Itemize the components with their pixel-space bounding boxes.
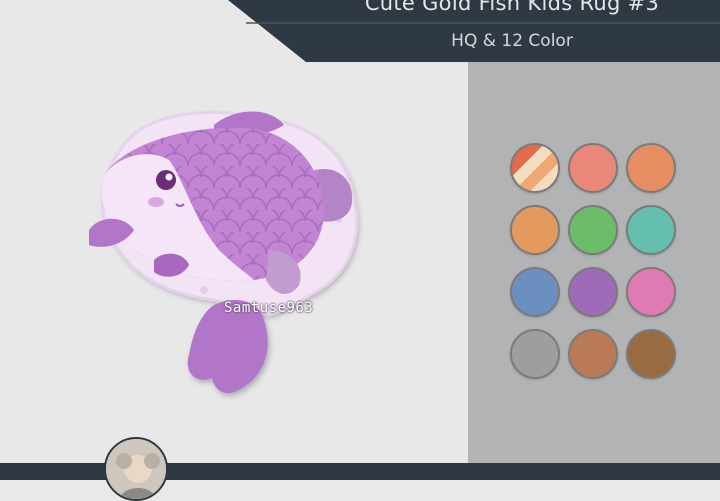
color-swatch-blue[interactable]: [510, 267, 560, 317]
color-swatch-teal[interactable]: [626, 205, 676, 255]
color-swatch-orange-cream-stripe[interactable]: [510, 143, 560, 193]
fish-rug-image: [84, 100, 374, 400]
color-swatch-purple[interactable]: [568, 267, 618, 317]
color-swatch-orange[interactable]: [626, 143, 676, 193]
watermark-text: Samtuse963: [224, 300, 314, 316]
color-swatch-grid: [510, 143, 682, 383]
color-swatch-gray[interactable]: [510, 329, 560, 379]
color-swatch-light-orange[interactable]: [510, 205, 560, 255]
color-swatch-coral[interactable]: [568, 143, 618, 193]
color-swatch-brown-orange[interactable]: [568, 329, 618, 379]
color-swatch-pink[interactable]: [626, 267, 676, 317]
author-avatar[interactable]: [104, 437, 168, 501]
color-swatch-green[interactable]: [568, 205, 618, 255]
color-swatch-brown[interactable]: [626, 329, 676, 379]
